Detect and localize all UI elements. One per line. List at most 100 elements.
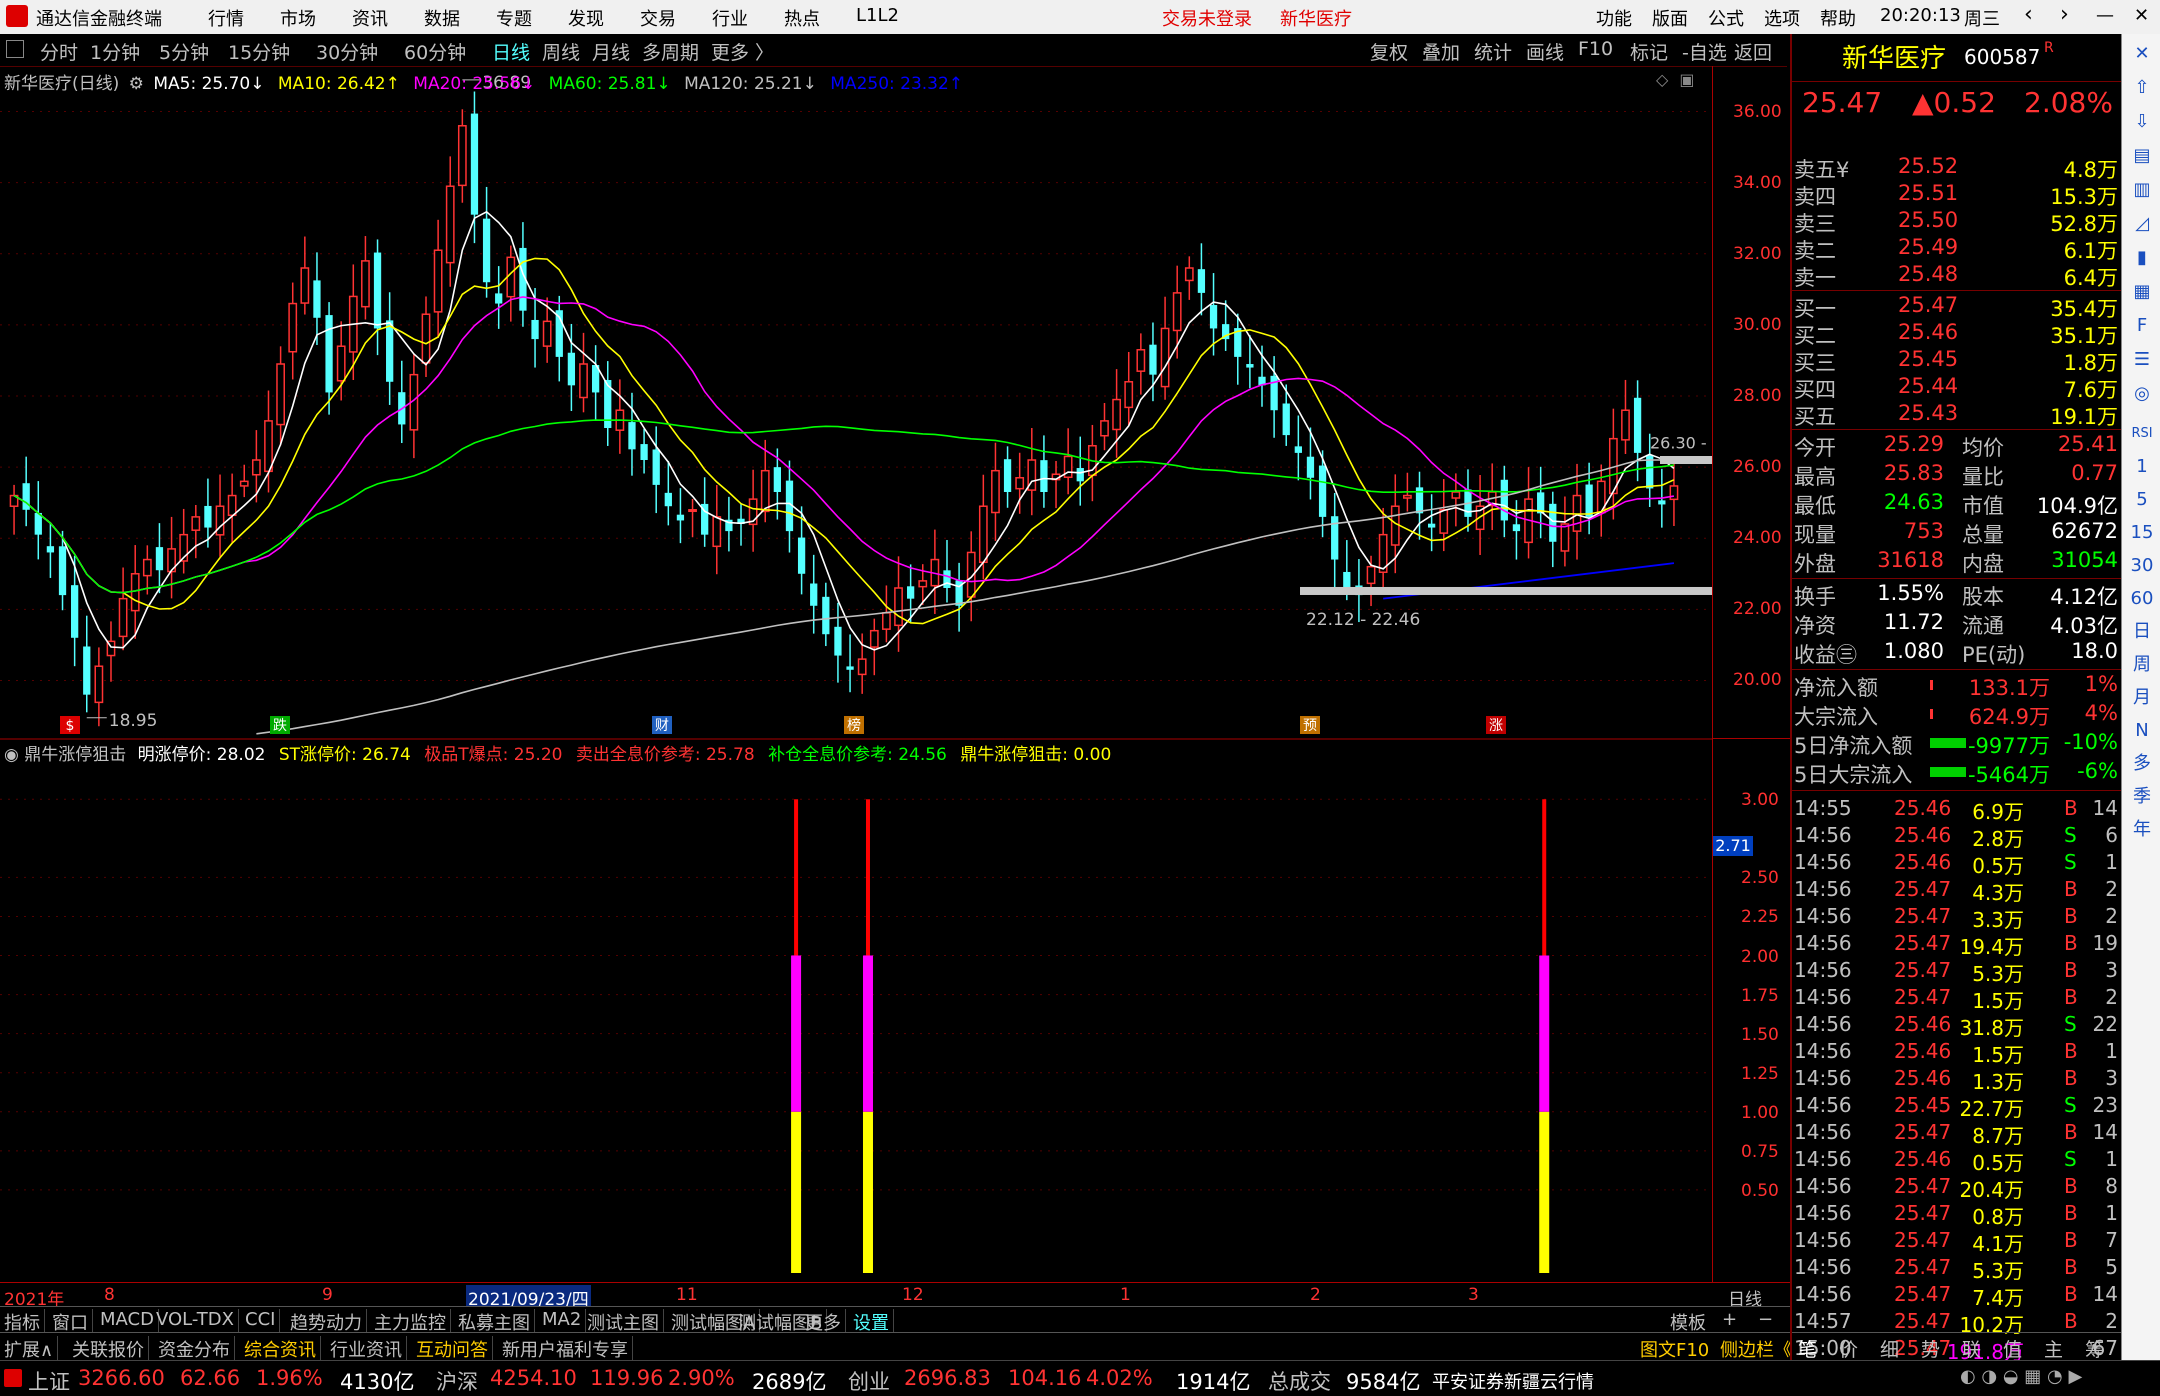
indicator-tab-13[interactable]: 设置: [853, 1309, 894, 1334]
right-label-11[interactable]: 季: [2130, 785, 2154, 809]
right-label-7[interactable]: 周: [2130, 653, 2154, 677]
indicator-tab-5[interactable]: 趋势动力: [290, 1309, 367, 1334]
add-window-icon[interactable]: +: [1722, 1309, 1737, 1333]
tool-button-3[interactable]: 画线: [1526, 38, 1564, 65]
ext-tab-2[interactable]: 资金分布: [158, 1336, 235, 1361]
period-tab-8[interactable]: 月线: [592, 38, 630, 65]
right-label-3[interactable]: 15: [2130, 521, 2154, 545]
right-label-1[interactable]: 1: [2130, 455, 2154, 479]
ask-row[interactable]: 卖四 25.51 15.3万: [1792, 181, 2122, 209]
right-label-5[interactable]: 60: [2130, 587, 2154, 611]
period-tab-3[interactable]: 15分钟: [228, 38, 290, 65]
ext-tab-6[interactable]: 新用户福利专享: [502, 1336, 633, 1361]
tool-button-2[interactable]: 统计: [1474, 38, 1512, 65]
menu-redian[interactable]: 热点: [784, 5, 820, 31]
indicator-tab-9[interactable]: 测试主图: [587, 1309, 664, 1334]
menu-xuanxiang[interactable]: 选项: [1764, 5, 1800, 31]
up-icon[interactable]: ⇧: [2130, 76, 2154, 100]
right-label-9[interactable]: N: [2130, 719, 2154, 743]
close-window-icon[interactable]: ✕: [2134, 5, 2149, 26]
tool-button-7[interactable]: 返回: [1734, 38, 1772, 65]
menu-shuju[interactable]: 数据: [424, 5, 460, 31]
indicator-tab-6[interactable]: 主力监控: [374, 1309, 451, 1334]
bid-row[interactable]: 买四 25.44 7.6万: [1792, 374, 2122, 402]
bid-row[interactable]: 买三 25.45 1.8万: [1792, 347, 2122, 375]
quote-tab-1[interactable]: 价: [1839, 1335, 1858, 1362]
menu-banmian[interactable]: 版面: [1652, 5, 1688, 31]
right-label-8[interactable]: 月: [2130, 686, 2154, 710]
period-tab-10[interactable]: 更多 〉: [711, 38, 774, 65]
period-tab-7[interactable]: 周线: [542, 38, 580, 65]
tool-button-4[interactable]: F10: [1578, 38, 1613, 60]
cy-label[interactable]: 创业: [848, 1366, 890, 1396]
remove-window-icon[interactable]: −: [1758, 1309, 1773, 1333]
indicator-tab-3[interactable]: VOL-TDX: [156, 1309, 239, 1333]
indicator-tab-8[interactable]: MA2: [542, 1309, 587, 1333]
period-tab-9[interactable]: 多周期: [642, 38, 699, 65]
indicator-tab-4[interactable]: CCI: [245, 1309, 281, 1333]
minimize-icon[interactable]: —: [2096, 5, 2114, 26]
bid-row[interactable]: 买一 25.47 35.4万: [1792, 293, 2122, 321]
ask-row[interactable]: 卖三 25.50 52.8万: [1792, 208, 2122, 236]
news-icon[interactable]: ☰: [2130, 348, 2154, 372]
menu-faxian[interactable]: 发现: [568, 5, 604, 31]
menu-hangye[interactable]: 行业: [712, 5, 748, 31]
template-button[interactable]: 模板: [1670, 1309, 1706, 1334]
quote-tab-2[interactable]: 细: [1880, 1335, 1899, 1362]
cycle-icon[interactable]: ◎: [2130, 382, 2154, 406]
candle-icon[interactable]: ▮: [2130, 246, 2154, 270]
tool-button-6[interactable]: -自选: [1682, 38, 1727, 65]
chart-icon[interactable]: ◿: [2130, 212, 2154, 236]
bid-row[interactable]: 买二 25.46 35.1万: [1792, 320, 2122, 348]
settings-icon[interactable]: ⚙: [129, 74, 144, 94]
menu-gongshi[interactable]: 公式: [1708, 5, 1744, 31]
square-icon[interactable]: [6, 40, 24, 58]
menu-jiaoyi[interactable]: 交易: [640, 5, 676, 31]
menu-gongneng[interactable]: 功能: [1596, 5, 1632, 31]
ext-tab-3[interactable]: 综合资讯: [244, 1336, 321, 1361]
event-marker[interactable]: 涨: [1486, 716, 1506, 734]
forward-icon[interactable]: ›: [2060, 2, 2069, 27]
period-tab-5[interactable]: 60分钟: [404, 38, 466, 65]
menu-hangqing[interactable]: 行情: [208, 5, 244, 31]
ext-tab-4[interactable]: 行业资讯: [330, 1336, 407, 1361]
ext-tab-0[interactable]: 扩展∧: [4, 1336, 59, 1361]
list-icon[interactable]: ▥: [2130, 178, 2154, 202]
indicator-tab-12[interactable]: 更多: [805, 1309, 846, 1334]
quote-tab-7[interactable]: 筹: [2085, 1335, 2104, 1362]
menu-shichang[interactable]: 市场: [280, 5, 316, 31]
ask-row[interactable]: 卖二 25.49 6.1万: [1792, 235, 2122, 263]
event-marker[interactable]: 跌: [270, 716, 290, 734]
tool-button-5[interactable]: 标记: [1630, 38, 1668, 65]
fin-icon[interactable]: F: [2130, 314, 2154, 338]
trade-status[interactable]: 交易未登录: [1162, 5, 1252, 31]
event-marker[interactable]: $: [60, 716, 80, 734]
f10-link[interactable]: 图文F10: [1640, 1336, 1709, 1361]
indicator-tab-1[interactable]: 窗口: [52, 1309, 93, 1334]
quote-tab-3[interactable]: 势: [1921, 1335, 1940, 1362]
indicator-tab-7[interactable]: 私募主图: [458, 1309, 535, 1334]
event-marker[interactable]: 预: [1300, 716, 1320, 734]
right-label-6[interactable]: 日: [2130, 620, 2154, 644]
ext-tab-5[interactable]: 互动问答: [416, 1336, 493, 1361]
down-icon[interactable]: ⇩: [2130, 110, 2154, 134]
indicator-tab-2[interactable]: MACD: [100, 1309, 159, 1333]
ask-row[interactable]: 卖五¥ 25.52 4.8万: [1792, 154, 2122, 182]
hs-label[interactable]: 沪深: [436, 1366, 478, 1396]
right-label-4[interactable]: 30: [2130, 554, 2154, 578]
window-icon[interactable]: ▣: [1679, 70, 1694, 89]
bid-row[interactable]: 买五 25.43 19.1万: [1792, 401, 2122, 429]
period-tab-1[interactable]: 1分钟: [90, 38, 140, 65]
menu-l1l2[interactable]: L1L2: [856, 5, 899, 26]
menu-zixun[interactable]: 资讯: [352, 5, 388, 31]
quote-tab-6[interactable]: 主: [2044, 1335, 2063, 1362]
indicator-tab-0[interactable]: 指标: [4, 1309, 45, 1334]
diamond-icon[interactable]: ◇: [1656, 70, 1668, 89]
tool-button-0[interactable]: 复权: [1370, 38, 1408, 65]
menu-zhuanti[interactable]: 专题: [496, 5, 532, 31]
right-label-2[interactable]: 5: [2130, 488, 2154, 512]
sidebar-toggle[interactable]: 侧边栏《: [1720, 1336, 1792, 1361]
right-label-12[interactable]: 年: [2130, 818, 2154, 842]
back-icon[interactable]: ‹: [2024, 2, 2033, 27]
event-marker[interactable]: 榜: [844, 716, 864, 734]
